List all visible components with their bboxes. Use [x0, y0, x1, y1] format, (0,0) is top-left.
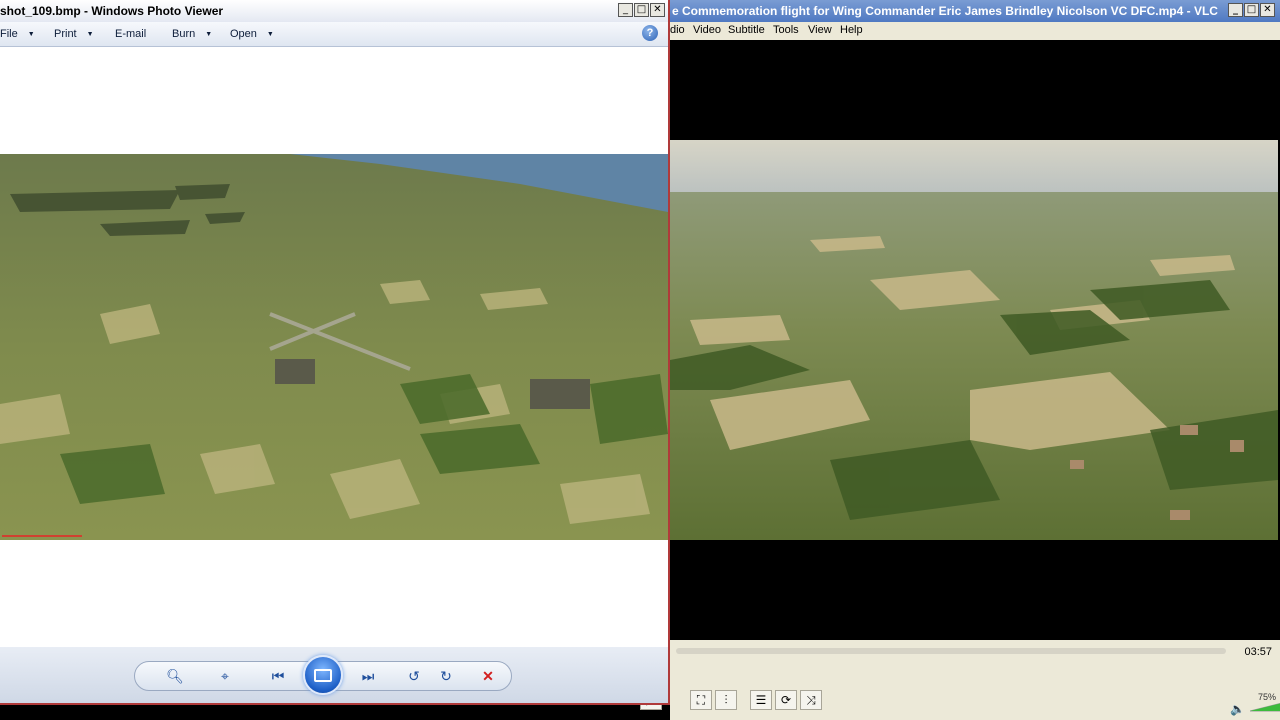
pv-minimize-button[interactable]: _: [618, 3, 633, 17]
pv-open-menu[interactable]: Open ▼: [230, 28, 274, 40]
vlc-menu-audio[interactable]: dio: [670, 24, 685, 36]
previous-icon[interactable]: ⏮: [256, 664, 300, 688]
vlc-menu-tools[interactable]: Tools: [773, 24, 799, 36]
actual-size-icon[interactable]: ⌖: [212, 664, 238, 688]
pv-open-label: Open: [230, 28, 257, 40]
pv-print-label: Print: [54, 28, 77, 40]
pv-email-button[interactable]: E-mail: [115, 28, 146, 40]
pv-maximize-button[interactable]: □: [634, 3, 649, 17]
vlc-window-title: e Commemoration flight for Wing Commande…: [672, 4, 1222, 18]
vlc-control-bar: 03:57 ▶ ⛶ ⫶ ☰ ⟳ ⤨ 🔈 75%: [640, 640, 1280, 720]
vlc-menu-subtitle[interactable]: Subtitle: [728, 24, 765, 36]
photo-viewer-window: shot_109.bmp - Windows Photo Viewer _ □ …: [0, 0, 670, 705]
pv-toolbar: File ▼ Print ▼ E-mail Burn ▼ Open ▼ ?: [0, 22, 668, 47]
vlc-shuffle-icon[interactable]: ⤨: [800, 690, 822, 710]
pv-file-label: File: [0, 28, 18, 40]
zoom-icon[interactable]: 🔍︎: [160, 664, 190, 688]
vlc-menu-view[interactable]: View: [808, 24, 832, 36]
vlc-window-buttons: _ □ ✕: [1228, 3, 1275, 17]
rotate-counterclockwise-icon[interactable]: ↺: [402, 664, 426, 688]
vlc-seek-bar[interactable]: [676, 648, 1226, 654]
delete-icon[interactable]: ✕: [476, 664, 500, 688]
slideshow-screen-icon: [314, 669, 332, 682]
chevron-down-icon: ▼: [86, 30, 94, 38]
next-icon[interactable]: ⏭: [346, 664, 390, 688]
rotate-clockwise-icon[interactable]: ↻: [434, 664, 458, 688]
pv-displayed-image[interactable]: [0, 154, 668, 540]
vlc-menu-video[interactable]: Video: [693, 24, 721, 36]
pv-burn-menu[interactable]: Burn ▼: [172, 28, 212, 40]
pv-window-title: shot_109.bmp - Windows Photo Viewer: [0, 4, 224, 18]
help-icon[interactable]: ?: [642, 25, 658, 41]
pv-file-menu[interactable]: File ▼: [0, 28, 35, 40]
slideshow-icon[interactable]: [303, 655, 343, 695]
vlc-close-button[interactable]: ✕: [1260, 3, 1275, 17]
vlc-extended-settings-icon[interactable]: ⫶: [715, 690, 737, 710]
pv-burn-label: Burn: [172, 28, 196, 40]
vlc-minimize-button[interactable]: _: [1228, 3, 1243, 17]
chevron-down-icon: ▼: [205, 30, 213, 38]
vlc-total-time: 03:57: [1244, 646, 1272, 658]
vlc-video-frame[interactable]: [670, 140, 1278, 540]
vlc-playlist-icon[interactable]: ☰: [750, 690, 772, 710]
vlc-speaker-icon[interactable]: 🔈: [1230, 702, 1245, 716]
vlc-fullscreen-icon[interactable]: ⛶: [690, 690, 712, 710]
pv-titlebar[interactable]: shot_109.bmp - Windows Photo Viewer _ □ …: [0, 0, 668, 22]
pv-close-button[interactable]: ✕: [650, 3, 665, 17]
vlc-menu-help[interactable]: Help: [840, 24, 863, 36]
pv-print-menu[interactable]: Print ▼: [54, 28, 94, 40]
vlc-volume-slider[interactable]: [1250, 694, 1280, 712]
vlc-maximize-button[interactable]: □: [1244, 3, 1259, 17]
chevron-down-icon: ▼: [27, 30, 35, 38]
chevron-down-icon: ▼: [266, 30, 274, 38]
vlc-loop-icon[interactable]: ⟳: [775, 690, 797, 710]
pv-window-buttons: _ □ ✕: [618, 3, 665, 17]
